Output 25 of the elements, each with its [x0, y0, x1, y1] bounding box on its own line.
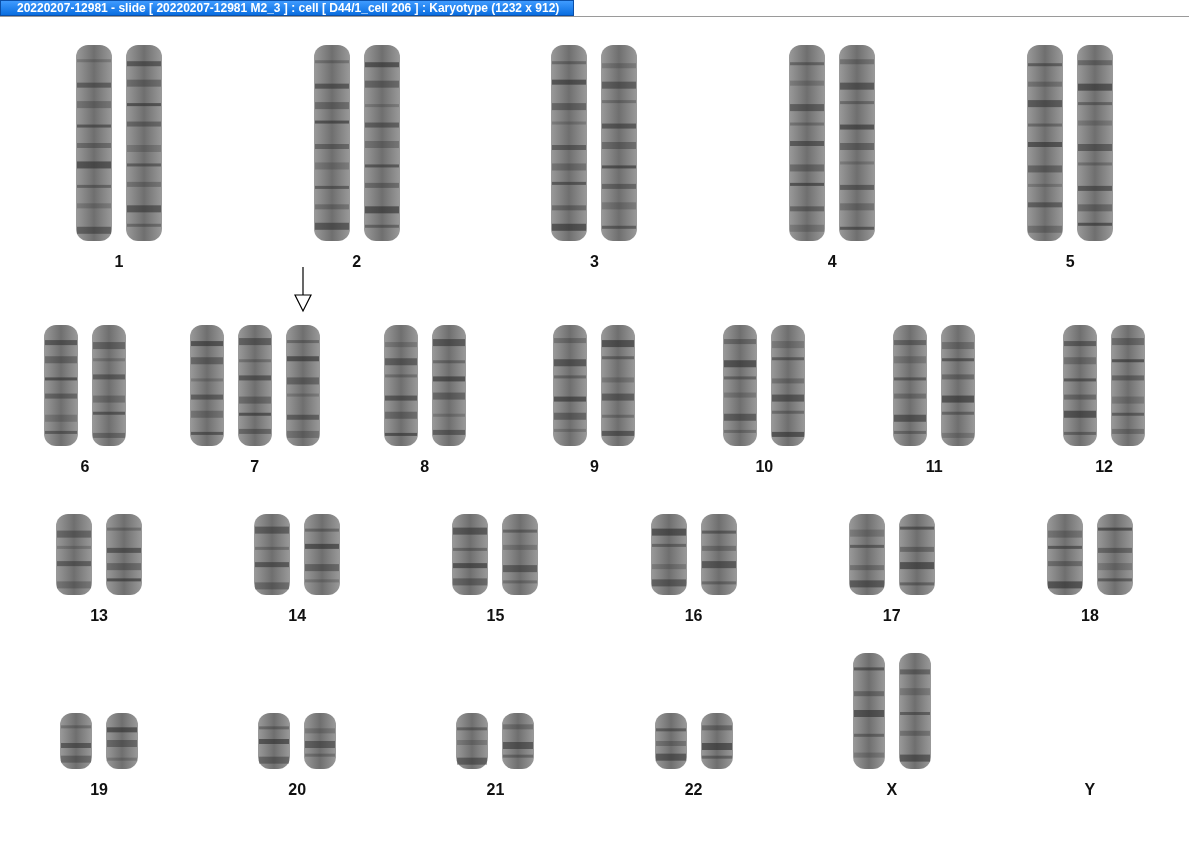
chromosome-number: X — [886, 781, 898, 799]
chromosome-number: 18 — [1081, 607, 1099, 625]
chromosome-number: 20 — [288, 781, 307, 799]
chromosome-number: 21 — [486, 781, 505, 799]
chromosome-number: 22 — [684, 781, 703, 799]
chromosome-number: Y — [1084, 781, 1096, 799]
chromosome-number: 5 — [1065, 253, 1075, 271]
window-title: 20220207-12981 - slide [ 20220207-12981 M2_3 ] : cell [ D44/1_cell 206 ] : Karyotype (1232 x 912) — [0, 0, 575, 16]
chromosome-number: 17 — [882, 607, 901, 625]
chromosome-number: 3 — [590, 253, 599, 271]
chromosome-number: 6 — [80, 458, 90, 476]
chromosome-number: 16 — [684, 607, 703, 625]
chromosome-number: 1 — [114, 253, 124, 271]
chromosome-number: 11 — [925, 458, 943, 476]
chromosome-number: 10 — [755, 458, 774, 476]
chromosome-number: 12 — [1095, 458, 1113, 476]
chromosome-number: 8 — [420, 458, 430, 476]
chromosome-number: 15 — [486, 607, 505, 625]
chromosome-number: 14 — [288, 607, 307, 625]
chromosome-number: 7 — [250, 458, 260, 476]
chromosome-number: 2 — [352, 253, 362, 271]
chromosome-number: 9 — [590, 458, 599, 476]
chromosome-number: 19 — [90, 781, 108, 799]
chromosome-number: 4 — [827, 253, 837, 271]
chromosome-number: 13 — [90, 607, 108, 625]
